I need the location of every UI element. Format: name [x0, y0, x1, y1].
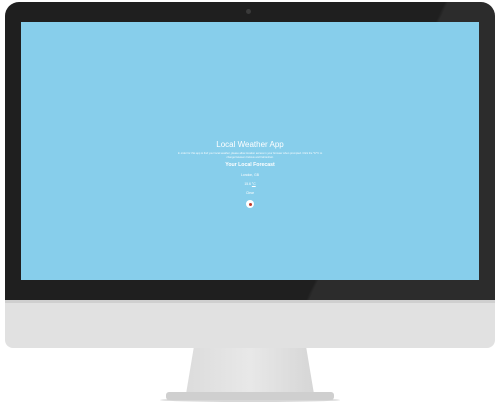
chin-edge: [5, 300, 495, 303]
monitor-screen: Local Weather App In order for this app …: [21, 22, 479, 280]
monitor-chin: [5, 300, 495, 348]
weather-condition: Clear: [245, 191, 255, 196]
temperature-value: 15.6: [244, 182, 251, 187]
weather-app: Local Weather App In order for this app …: [21, 140, 479, 209]
monitor-stand-neck: [186, 348, 314, 394]
clear-weather-icon: [246, 200, 254, 209]
camera-icon: [246, 9, 251, 14]
app-title: Local Weather App: [216, 140, 284, 149]
temperature-row: 15.6 °C: [21, 182, 479, 187]
unit-toggle[interactable]: °C: [252, 182, 256, 186]
location-text: London, GB: [240, 173, 260, 178]
monitor-stand-base: [166, 392, 334, 400]
forecast-heading: Your Local Forecast: [225, 162, 275, 169]
app-description: In order for this app to find your local…: [177, 152, 323, 159]
